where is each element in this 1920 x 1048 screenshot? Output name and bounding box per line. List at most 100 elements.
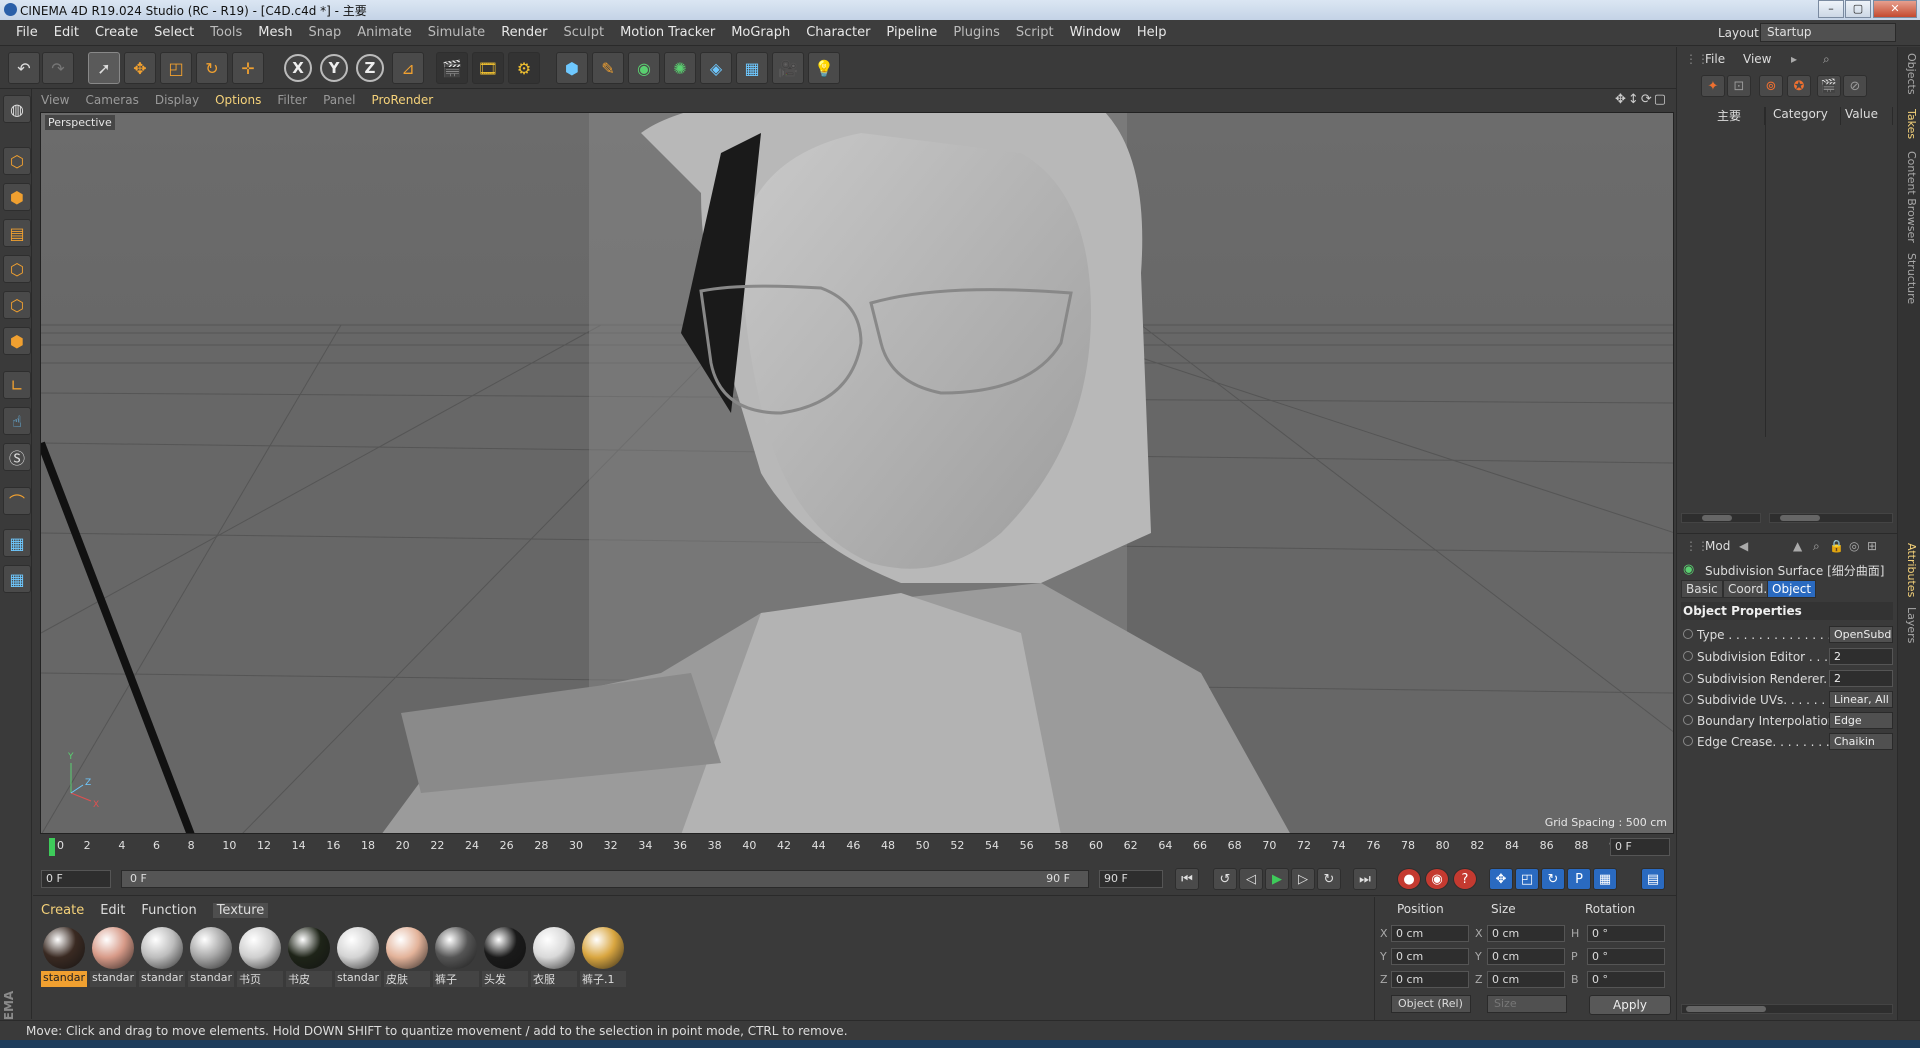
render-picture-viewer-icon[interactable]: 🎞 [472,52,504,84]
minimize-button[interactable]: – [1818,0,1844,18]
mograph-cloner-icon[interactable]: ✺ [664,52,696,84]
scale-tool-icon[interactable]: ◰ [160,52,192,84]
side-tab-structure[interactable]: Structure [1901,253,1918,304]
autokey-icon[interactable]: ◉ [1425,868,1449,890]
viewport-menu-panel[interactable]: Panel [323,93,367,107]
material-swatch[interactable]: standar [139,925,185,987]
axis-y-lock-button[interactable]: Y [320,54,348,82]
prop-animate-dot[interactable] [1683,629,1693,639]
end-frame-field[interactable]: 90 F [1099,870,1163,888]
attr-tab-object[interactable]: Object [1767,580,1817,598]
material-menu-edit[interactable]: Edit [100,903,125,918]
attr-target-icon[interactable]: ◎ [1849,539,1859,553]
rotate-tool-icon[interactable]: ↻ [196,52,228,84]
key-scale-icon[interactable]: ◰ [1515,868,1539,890]
coordinate-mode-dropdown[interactable]: Object (Rel) [1391,995,1471,1013]
planar-workplane-icon[interactable]: ▦ [3,565,31,593]
material-swatch[interactable]: 裤子 [433,925,479,987]
menu-render[interactable]: Render [493,25,555,40]
takes-menu-more-icon[interactable]: ▸ [1791,52,1797,66]
snap-icon[interactable]: ⌒ [3,487,31,515]
prop-animate-dot[interactable] [1683,651,1693,661]
take-render-icon[interactable]: 🎬 [1817,75,1841,97]
apply-button[interactable]: Apply [1589,995,1671,1015]
rotation-p-field[interactable]: 0 ° [1587,948,1665,965]
material-swatch[interactable]: standar [335,925,381,987]
prop-boundary-interpolation-dropdown[interactable]: Edge [1829,712,1893,729]
close-button[interactable]: ✕ [1873,0,1917,18]
next-key-icon[interactable]: ↻ [1317,868,1341,890]
frame-range-slider[interactable]: 0 F 90 F [121,870,1089,888]
layout-dropdown[interactable]: Startup [1760,23,1896,42]
prop-edge-crease-dropdown[interactable]: Chaikin [1829,733,1893,750]
menu-pipeline[interactable]: Pipeline [878,25,945,40]
prop-type-dropdown[interactable]: OpenSubd [1829,626,1893,643]
light-icon[interactable]: 💡 [808,52,840,84]
viewport-menu-prorender[interactable]: ProRender [371,93,445,107]
takes-menu-file[interactable]: File [1705,52,1725,66]
material-menu-function[interactable]: Function [141,903,196,918]
material-swatch[interactable]: standar [188,925,234,987]
attr-tab-basic[interactable]: Basic [1681,580,1723,598]
go-to-start-icon[interactable]: ⏮ [1175,868,1199,890]
maximize-button[interactable]: ▢ [1845,0,1871,18]
takes-col-category[interactable]: Category [1769,107,1841,125]
menu-simulate[interactable]: Simulate [420,25,493,40]
enable-axis-icon[interactable]: ∟ [3,371,31,399]
prop-animate-dot[interactable] [1683,673,1693,683]
menu-window[interactable]: Window [1062,25,1129,40]
viewport-menu-display[interactable]: Display [155,93,211,107]
menu-plugins[interactable]: Plugins [945,25,1008,40]
key-rotation-icon[interactable]: ↻ [1541,868,1565,890]
menu-mograph[interactable]: MoGraph [723,25,798,40]
attr-back-icon[interactable]: ◀ [1739,539,1748,553]
take-lock-icon[interactable]: ⊘ [1843,75,1867,97]
points-mode-icon[interactable]: ⬡ [3,255,31,283]
side-tab-attributes[interactable]: Attributes [1901,543,1918,597]
prop-subdivision-renderer-field[interactable]: 2 [1829,670,1893,687]
timeline-window-icon[interactable]: ▤ [1641,868,1665,890]
attr-scrollbar[interactable] [1681,1004,1893,1014]
camera-label[interactable]: Perspective [45,115,115,130]
position-x-field[interactable]: 0 cm [1391,925,1469,942]
takes-col-main[interactable]: 主要 [1681,107,1765,125]
position-z-field[interactable]: 0 cm [1391,971,1469,988]
menu-mesh[interactable]: Mesh [250,25,300,40]
play-icon[interactable]: ▶ [1265,868,1289,890]
viewport-3d[interactable]: Y X Z Perspective Grid Spacing : 500 cm [40,112,1674,834]
deformer-icon[interactable]: ◈ [700,52,732,84]
model-mode-icon[interactable]: ⬡ [3,147,31,175]
cube-primitive-icon[interactable]: ⬢ [556,52,588,84]
material-swatch[interactable]: 书皮 [286,925,332,987]
takes-scrollbar-left[interactable] [1681,513,1761,523]
material-swatch[interactable]: 头发 [482,925,528,987]
axis-x-lock-button[interactable]: X [284,54,312,82]
prop-animate-dot[interactable] [1683,736,1693,746]
prop-subdivide-uvs-dropdown[interactable]: Linear, All [1829,691,1893,708]
undo-icon[interactable]: ↶ [8,52,40,84]
key-position-icon[interactable]: ✥ [1489,868,1513,890]
subdivision-surface-icon[interactable]: ◉ [628,52,660,84]
menu-tools[interactable]: Tools [202,25,250,40]
attr-lock-icon[interactable]: 🔒 [1829,539,1844,553]
material-menu-create[interactable]: Create [41,903,84,918]
take-auto-icon[interactable]: ✪ [1787,75,1811,97]
side-tab-takes[interactable]: Takes [1901,109,1918,139]
menu-snap[interactable]: Snap [301,25,350,40]
menu-motion-tracker[interactable]: Motion Tracker [612,25,723,40]
material-swatch[interactable]: standar [90,925,136,987]
position-y-field[interactable]: 0 cm [1391,948,1469,965]
attr-up-icon[interactable]: ▲ [1793,539,1802,553]
attr-search-icon[interactable]: ⌕ [1813,539,1820,554]
take-clone-icon[interactable]: ⊡ [1727,75,1751,97]
keyframe-selection-icon[interactable]: ? [1453,868,1477,890]
pen-spline-icon[interactable]: ✎ [592,52,624,84]
material-menu-texture[interactable]: Texture [212,903,269,918]
soft-selection-icon[interactable]: Ⓢ [3,443,31,471]
start-frame-field[interactable]: 0 F [41,870,111,888]
menu-character[interactable]: Character [798,25,878,40]
key-point-level-icon[interactable]: ▦ [1593,868,1617,890]
prop-animate-dot[interactable] [1683,694,1693,704]
attr-new-window-icon[interactable]: ⊞ [1867,539,1877,553]
locked-workplane-icon[interactable]: ▦ [3,529,31,557]
